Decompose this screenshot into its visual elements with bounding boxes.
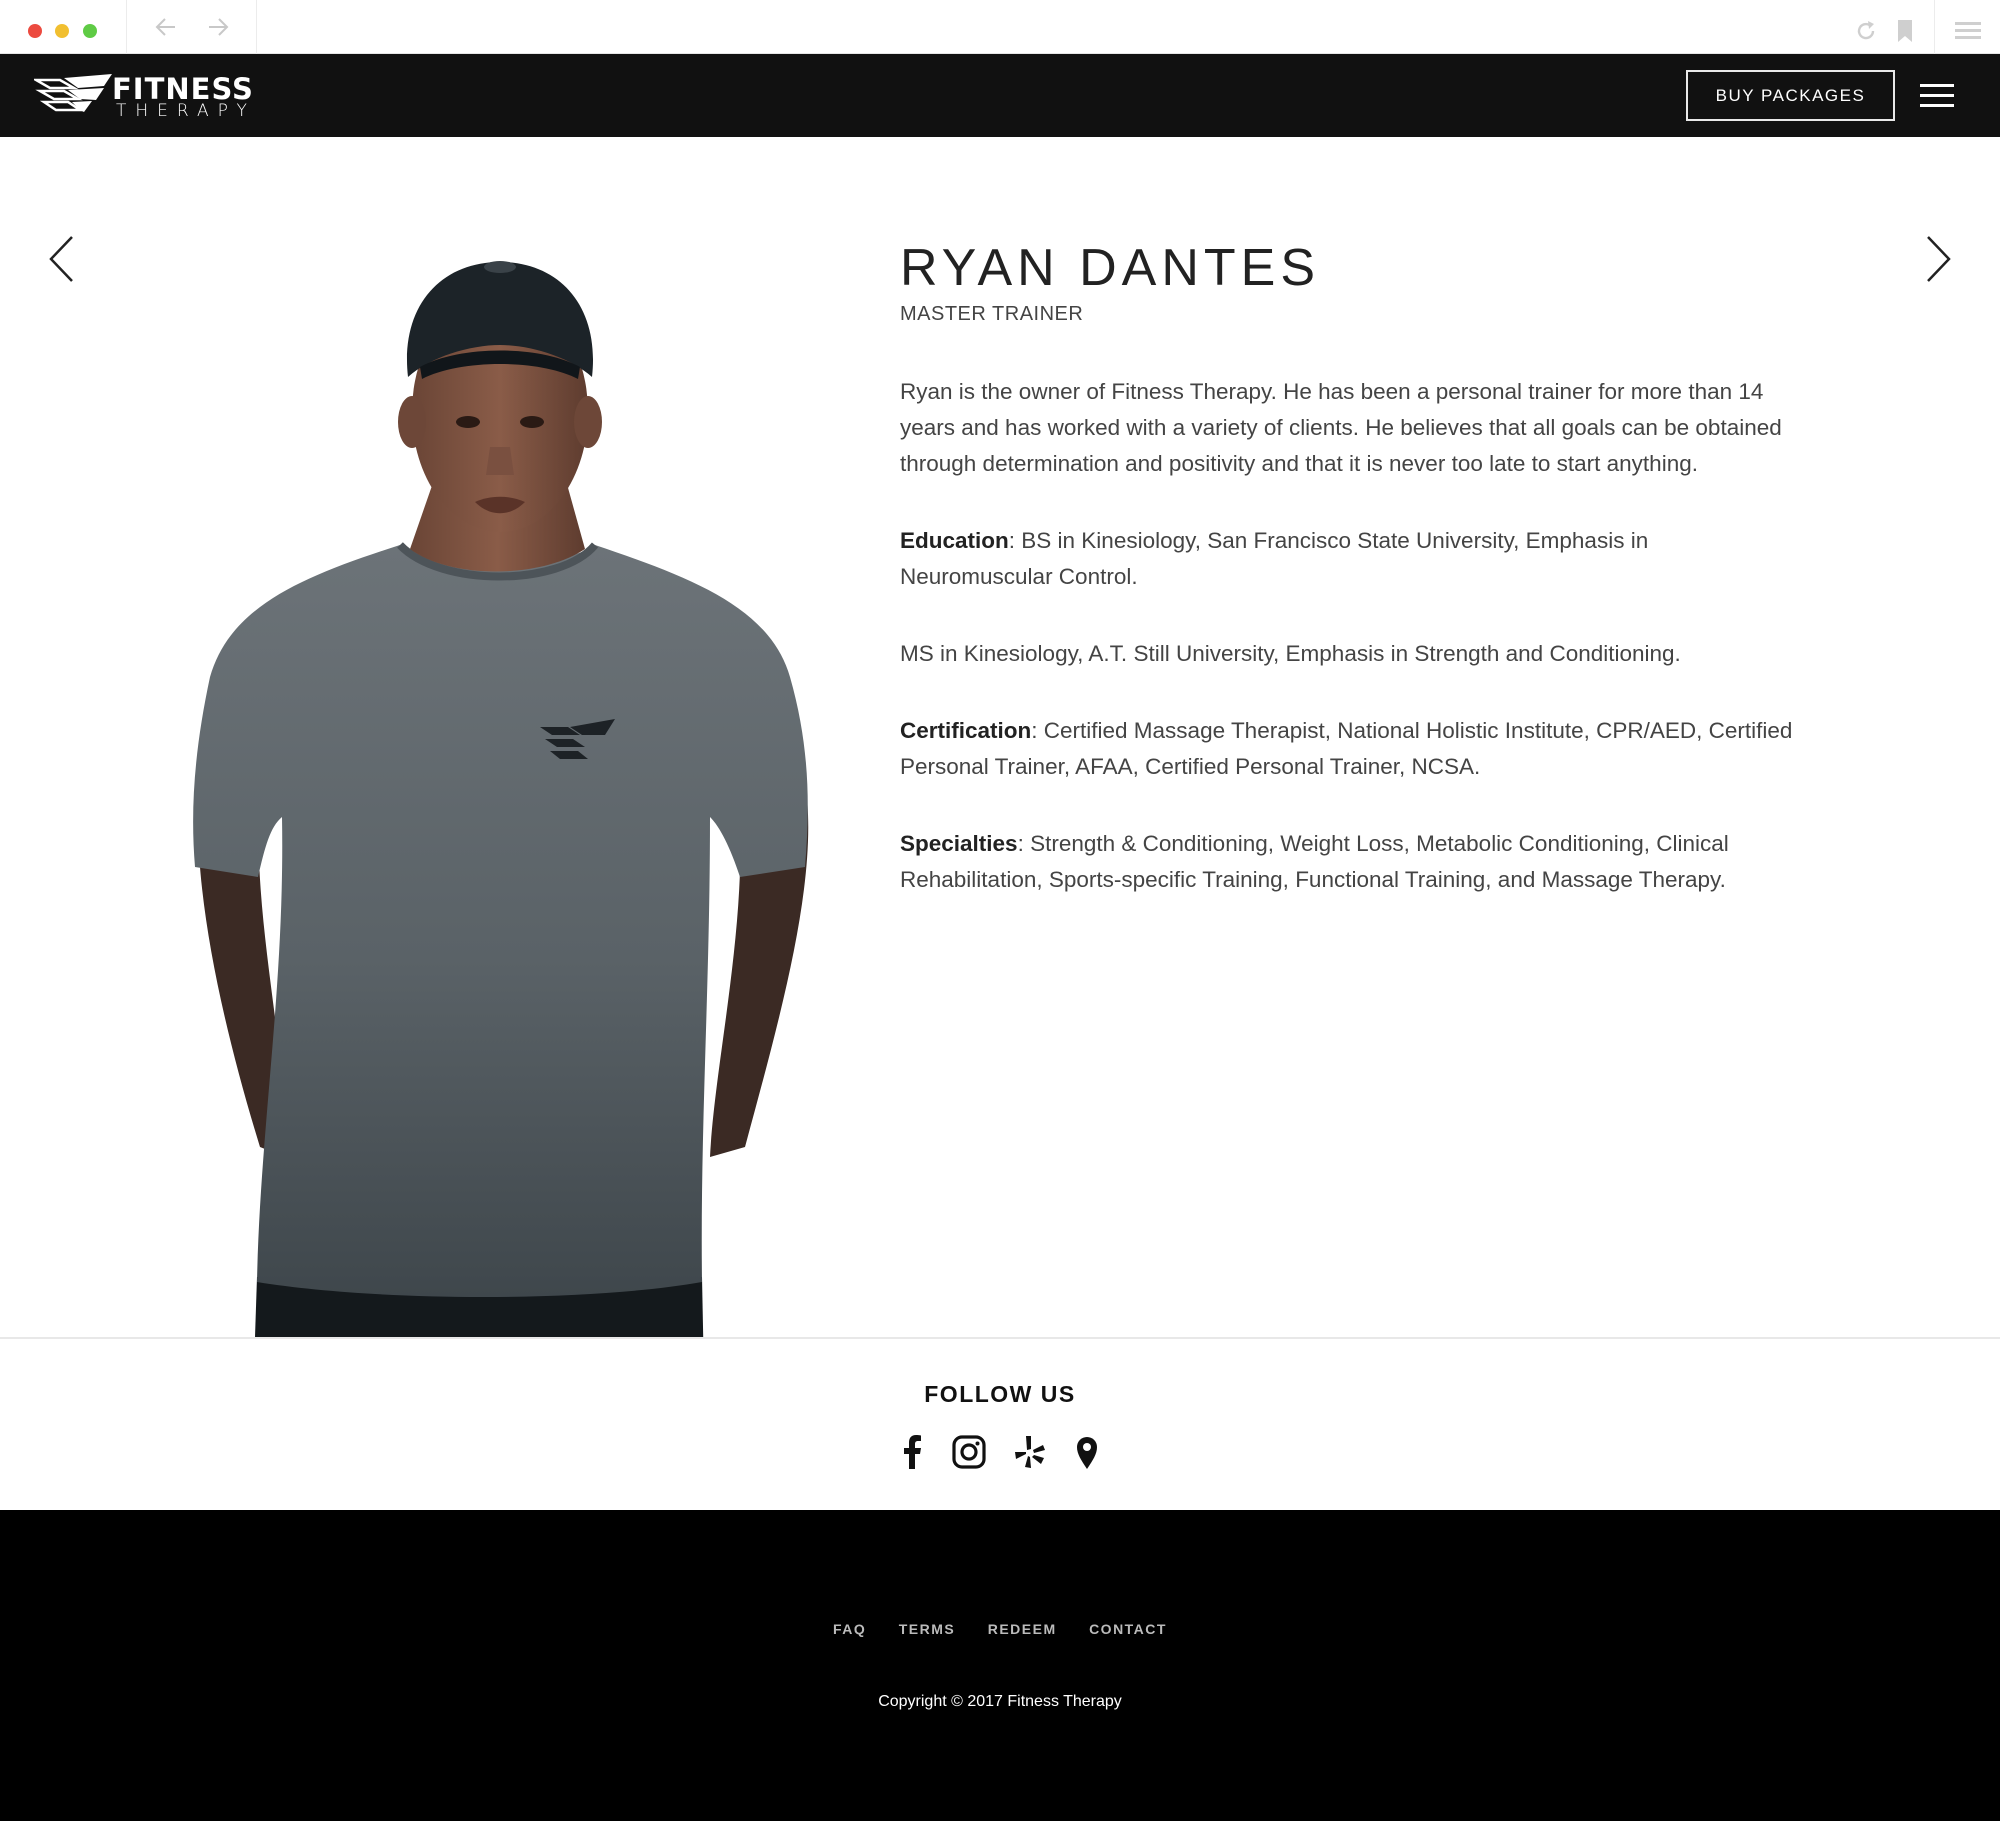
hamburger-menu-icon[interactable] (1920, 84, 1954, 108)
trainer-photo (193, 261, 809, 1427)
trainer-role: MASTER TRAINER (900, 303, 1084, 325)
site-header: FITNESS THERAPY BUY PACKAGES (0, 54, 2000, 137)
reload-icon[interactable] (1854, 19, 1878, 43)
bio-ms: MS in Kinesiology, A.T. Still University… (900, 641, 1681, 666)
specialties-text: : Strength & Conditioning, Weight Loss, … (900, 831, 1729, 892)
certification-label: Certification (900, 718, 1032, 743)
next-trainer-arrow-icon[interactable] (1923, 234, 1953, 284)
footer-link-redeem[interactable]: REDEEM (988, 1621, 1057, 1637)
trainer-name: RYAN DANTES (900, 239, 1321, 297)
bio-intro: Ryan is the owner of Fitness Therapy. He… (900, 379, 1782, 476)
close-window-dot[interactable] (28, 24, 42, 38)
logo-wings-icon (34, 74, 112, 112)
site-logo[interactable]: FITNESS THERAPY (34, 72, 264, 120)
trainer-profile: RYAN DANTES MASTER TRAINER Ryan is the o… (0, 137, 2000, 1427)
browser-chrome (0, 0, 2000, 54)
copyright-text: Copyright © 2017 Fitness Therapy (878, 1693, 1122, 1710)
back-arrow-icon[interactable] (153, 14, 179, 40)
chrome-divider (256, 0, 257, 54)
yelp-icon[interactable] (1012, 1434, 1048, 1470)
education-label: Education (900, 528, 1009, 553)
footer-link-faq[interactable]: FAQ (833, 1621, 866, 1637)
bio-certification: Certification: Certified Massage Therapi… (900, 713, 1800, 785)
instagram-icon[interactable] (951, 1434, 987, 1470)
education-text: : BS in Kinesiology, San Francisco State… (900, 528, 1649, 589)
bio-education: Education: BS in Kinesiology, San Franci… (900, 523, 1800, 595)
map-pin-icon[interactable] (1069, 1434, 1105, 1470)
follow-section: FOLLOW US (0, 1337, 2000, 1510)
maximize-window-dot[interactable] (83, 24, 97, 38)
buy-packages-button[interactable]: BUY PACKAGES (1686, 70, 1895, 121)
trainer-bio: RYAN DANTES MASTER TRAINER Ryan is the o… (900, 237, 1800, 898)
facebook-icon[interactable] (895, 1434, 931, 1470)
footer-link-contact[interactable]: CONTACT (1089, 1621, 1167, 1637)
footer-link-terms[interactable]: TERMS (899, 1621, 956, 1637)
specialties-label: Specialties (900, 831, 1018, 856)
footer-nav: FAQ TERMS REDEEM CONTACT (0, 1621, 2000, 1639)
chrome-divider (126, 0, 127, 54)
browser-menu-icon[interactable] (1955, 22, 1981, 40)
forward-arrow-icon[interactable] (205, 14, 231, 40)
logo-subtitle: THERAPY (116, 101, 256, 121)
certification-text: : Certified Massage Therapist, National … (900, 718, 1793, 779)
previous-trainer-arrow-icon[interactable] (47, 234, 77, 284)
minimize-window-dot[interactable] (55, 24, 69, 38)
bio-specialties: Specialties: Strength & Conditioning, We… (900, 826, 1800, 898)
site-footer: FAQ TERMS REDEEM CONTACT Copyright © 201… (0, 1510, 2000, 1821)
chrome-divider (1934, 0, 1935, 54)
bookmark-icon[interactable] (1897, 19, 1913, 43)
follow-title: FOLLOW US (924, 1381, 1076, 1407)
logo-wordmark: FITNESS (112, 72, 254, 106)
